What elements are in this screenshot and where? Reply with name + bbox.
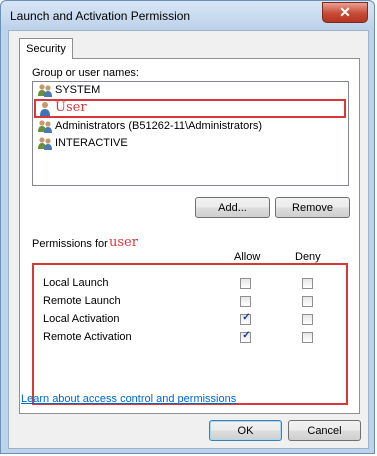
deny-checkbox[interactable] [302, 332, 313, 343]
group-users-icon [38, 84, 52, 97]
permission-dialog: Launch and Activation Permission ✕ Secur… [0, 0, 375, 454]
allow-checkbox[interactable]: ✓ [240, 330, 251, 343]
group-users-icon [38, 120, 52, 133]
allow-column-header: Allow [234, 251, 261, 263]
selection-highlight [34, 99, 346, 118]
permission-label: Remote Activation [43, 331, 132, 343]
tab-security[interactable]: Security [19, 38, 73, 59]
cancel-button[interactable]: Cancel [288, 420, 361, 441]
add-button[interactable]: Add... [195, 197, 270, 218]
list-item[interactable]: Administrators (B51262-11\Administrators… [33, 118, 348, 135]
users-list[interactable]: SYSTEM User Administrators (B51262-11\Ad… [32, 81, 349, 186]
permissions-user-name: user [109, 235, 138, 250]
window-title: Launch and Activation Permission [10, 9, 191, 23]
list-item[interactable]: INTERACTIVE [33, 135, 348, 152]
close-button[interactable]: ✕ [322, 2, 368, 23]
checkmark-icon: ✓ [242, 330, 251, 341]
deny-column-header: Deny [295, 251, 321, 263]
allow-checkbox[interactable]: ✓ [240, 312, 251, 325]
ok-button[interactable]: OK [209, 420, 282, 441]
allow-checkbox[interactable] [240, 296, 251, 307]
user-name: SYSTEM [55, 84, 101, 96]
list-item[interactable]: SYSTEM [33, 82, 348, 99]
learn-more-link[interactable]: Learn about access control and permissio… [21, 393, 236, 405]
deny-checkbox[interactable] [302, 278, 313, 289]
permission-label: Remote Launch [43, 295, 121, 307]
deny-checkbox[interactable] [302, 296, 313, 307]
deny-checkbox[interactable] [302, 314, 313, 325]
remove-button[interactable]: Remove [275, 197, 350, 218]
allow-checkbox[interactable] [240, 278, 251, 289]
users-list-label: Group or user names: [32, 67, 139, 79]
group-users-icon [38, 137, 52, 150]
checkmark-icon: ✓ [242, 312, 251, 323]
dialog-body: Security Group or user names: SYSTEM Use… [8, 30, 369, 449]
title-bar[interactable]: Launch and Activation Permission ✕ [1, 1, 374, 29]
user-name: Administrators (B51262-11\Administrators… [55, 120, 263, 132]
close-icon: ✕ [339, 4, 351, 20]
permission-label: Local Activation [43, 313, 120, 325]
user-name: INTERACTIVE [55, 137, 128, 149]
security-tab-panel: Group or user names: SYSTEM User Adminis… [19, 58, 360, 414]
permission-label: Local Launch [43, 277, 109, 289]
permissions-label: Permissions for [32, 238, 108, 250]
permissions-list: Local Launch Remote Launch Local Activat… [32, 263, 348, 405]
